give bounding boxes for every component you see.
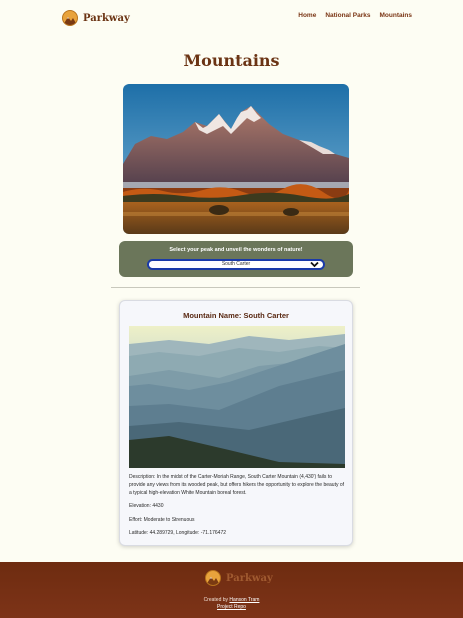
project-repo-link[interactable]: Project Repo	[217, 604, 246, 610]
top-navbar: Parkway Home National Parks Mountains	[0, 0, 463, 34]
footer-brand-link[interactable]: Parkway	[205, 570, 273, 586]
mountain-select[interactable]: South Carter	[147, 259, 325, 270]
section-divider	[111, 287, 360, 288]
hero-mountain-image	[123, 84, 349, 234]
page-title: Mountains	[183, 51, 280, 70]
select-value: South Carter	[221, 261, 251, 267]
mountain-coordinates: Latitude: 44.289729, Longitude: -71.1764…	[129, 530, 227, 536]
mountain-name: Mountain Name: South Carter	[183, 311, 289, 320]
footer-brand-name: Parkway	[226, 572, 273, 584]
brand-link[interactable]: Parkway	[62, 9, 130, 27]
mountain-card: Mountain Name: South Carter Description:…	[119, 300, 353, 546]
mountain-effort: Effort: Moderate to Strenuous	[129, 517, 195, 523]
footer-credit: Created by Hanson Tram	[0, 597, 463, 603]
mountain-photo	[129, 326, 345, 468]
credit-prefix: Created by	[203, 597, 229, 603]
site-footer: Parkway Created by Hanson Tram Project R…	[0, 562, 463, 618]
mountain-elevation: Elevation: 4430	[129, 503, 164, 509]
chevron-down-icon	[310, 261, 319, 268]
author-link[interactable]: Hanson Tram	[229, 597, 259, 603]
brand-name: Parkway	[83, 12, 130, 24]
nav-link-national-parks[interactable]: National Parks	[325, 12, 370, 19]
peak-picker: Select your peak and unveil the wonders …	[119, 241, 353, 277]
nav-link-home[interactable]: Home	[298, 12, 316, 19]
nav-link-mountains[interactable]: Mountains	[380, 12, 413, 19]
picker-label: Select your peak and unveil the wonders …	[169, 247, 303, 253]
mountain-description: Description: In the midst of the Carter-…	[129, 474, 345, 496]
mountain-logo-icon	[205, 570, 221, 586]
nav-links: Home National Parks Mountains	[298, 12, 412, 19]
mountain-logo-icon	[62, 10, 78, 26]
footer-repo: Project Repo	[0, 604, 463, 610]
